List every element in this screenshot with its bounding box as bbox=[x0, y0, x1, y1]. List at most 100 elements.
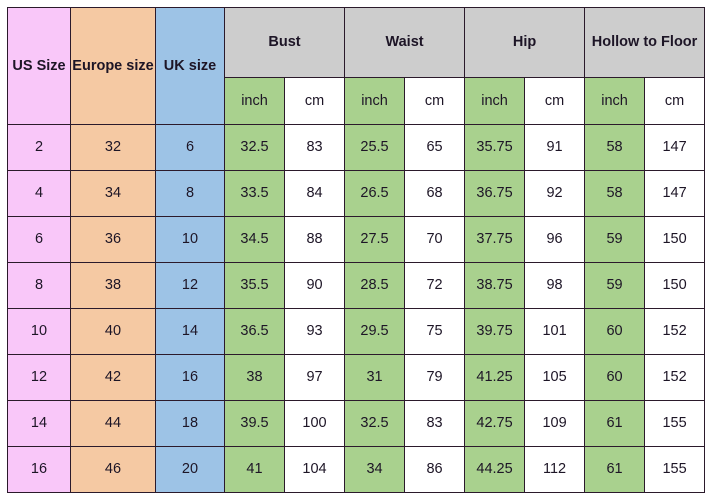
cell-uk: 12 bbox=[155, 262, 225, 309]
cell-waist-inch: 25.5 bbox=[344, 124, 406, 171]
size-chart-table: US Size Europe size UK size Bust Waist H… bbox=[7, 7, 706, 493]
cell-us: 10 bbox=[7, 308, 71, 355]
table-row: 10 40 14 36.5 93 29.5 75 39.75 101 60 152 bbox=[7, 308, 706, 355]
cell-bust-cm: 93 bbox=[283, 308, 346, 355]
cell-waist-cm: 72 bbox=[404, 262, 466, 309]
header-europe-size: Europe size bbox=[70, 7, 156, 125]
cell-us: 14 bbox=[7, 400, 71, 447]
cell-us: 6 bbox=[7, 216, 71, 263]
cell-waist-cm: 68 bbox=[404, 170, 466, 217]
cell-uk: 6 bbox=[155, 124, 225, 171]
cell-waist-inch: 32.5 bbox=[344, 400, 406, 447]
unit-waist-cm: cm bbox=[404, 77, 466, 125]
cell-bust-cm: 84 bbox=[283, 170, 346, 217]
cell-bust-inch: 38 bbox=[224, 354, 285, 401]
cell-hip-inch: 44.25 bbox=[464, 446, 526, 493]
cell-uk: 18 bbox=[155, 400, 225, 447]
unit-hip-inch: inch bbox=[464, 77, 526, 125]
cell-hollow-cm: 147 bbox=[644, 124, 706, 171]
cell-hollow-cm: 152 bbox=[644, 308, 706, 355]
unit-hip-cm: cm bbox=[524, 77, 586, 125]
cell-eu: 40 bbox=[70, 308, 156, 355]
cell-uk: 8 bbox=[155, 170, 225, 217]
cell-hip-inch: 41.25 bbox=[464, 354, 526, 401]
table-row: 6 36 10 34.5 88 27.5 70 37.75 96 59 150 bbox=[7, 216, 706, 263]
cell-hip-cm: 92 bbox=[524, 170, 586, 217]
header-bust: Bust bbox=[223, 7, 346, 78]
cell-hollow-inch: 58 bbox=[584, 124, 646, 171]
cell-bust-inch: 41 bbox=[224, 446, 285, 493]
cell-hip-inch: 36.75 bbox=[464, 170, 526, 217]
cell-hollow-cm: 155 bbox=[644, 400, 706, 447]
cell-hollow-cm: 147 bbox=[644, 170, 706, 217]
cell-hip-cm: 96 bbox=[524, 216, 586, 263]
cell-eu: 36 bbox=[70, 216, 156, 263]
cell-uk: 20 bbox=[155, 446, 225, 493]
table-row: 8 38 12 35.5 90 28.5 72 38.75 98 59 150 bbox=[7, 262, 706, 309]
cell-us: 4 bbox=[7, 170, 71, 217]
cell-waist-cm: 79 bbox=[404, 354, 466, 401]
cell-bust-cm: 100 bbox=[283, 400, 346, 447]
table-row: 12 42 16 38 97 31 79 41.25 105 60 152 bbox=[7, 354, 706, 401]
cell-hollow-cm: 152 bbox=[644, 354, 706, 401]
cell-waist-inch: 31 bbox=[344, 354, 406, 401]
cell-bust-inch: 33.5 bbox=[224, 170, 285, 217]
cell-hip-inch: 38.75 bbox=[464, 262, 526, 309]
table-row: 16 46 20 41 104 34 86 44.25 112 61 155 bbox=[7, 446, 706, 493]
cell-hip-inch: 37.75 bbox=[464, 216, 526, 263]
cell-bust-cm: 104 bbox=[283, 446, 346, 493]
unit-hollow-inch: inch bbox=[584, 77, 646, 125]
cell-us: 16 bbox=[7, 446, 71, 493]
cell-hollow-inch: 61 bbox=[584, 400, 646, 447]
cell-hip-cm: 112 bbox=[524, 446, 586, 493]
cell-waist-inch: 27.5 bbox=[344, 216, 406, 263]
cell-us: 12 bbox=[7, 354, 71, 401]
cell-eu: 46 bbox=[70, 446, 156, 493]
cell-us: 2 bbox=[7, 124, 71, 171]
cell-bust-cm: 88 bbox=[283, 216, 346, 263]
unit-bust-inch: inch bbox=[224, 77, 285, 125]
cell-hip-inch: 35.75 bbox=[464, 124, 526, 171]
cell-eu: 42 bbox=[70, 354, 156, 401]
cell-hollow-inch: 61 bbox=[584, 446, 646, 493]
table-row: 14 44 18 39.5 100 32.5 83 42.75 109 61 155 bbox=[7, 400, 706, 447]
header-uk-size: UK size bbox=[155, 7, 225, 125]
cell-bust-cm: 97 bbox=[283, 354, 346, 401]
cell-waist-cm: 83 bbox=[404, 400, 466, 447]
cell-hollow-inch: 59 bbox=[584, 262, 646, 309]
cell-hip-cm: 91 bbox=[524, 124, 586, 171]
cell-bust-cm: 83 bbox=[283, 124, 346, 171]
cell-bust-inch: 34.5 bbox=[224, 216, 285, 263]
cell-eu: 38 bbox=[70, 262, 156, 309]
cell-hollow-inch: 60 bbox=[584, 354, 646, 401]
cell-hollow-cm: 155 bbox=[644, 446, 706, 493]
cell-eu: 34 bbox=[70, 170, 156, 217]
cell-waist-cm: 70 bbox=[404, 216, 466, 263]
cell-bust-inch: 35.5 bbox=[224, 262, 285, 309]
cell-hollow-inch: 60 bbox=[584, 308, 646, 355]
cell-hip-inch: 39.75 bbox=[464, 308, 526, 355]
unit-hollow-cm: cm bbox=[644, 77, 706, 125]
cell-hollow-cm: 150 bbox=[644, 216, 706, 263]
unit-waist-inch: inch bbox=[344, 77, 406, 125]
cell-bust-inch: 32.5 bbox=[224, 124, 285, 171]
cell-bust-cm: 90 bbox=[283, 262, 346, 309]
cell-waist-inch: 29.5 bbox=[344, 308, 406, 355]
size-chart-container: US Size Europe size UK size Bust Waist H… bbox=[7, 7, 706, 493]
header-us-size: US Size bbox=[7, 7, 71, 125]
cell-hip-inch: 42.75 bbox=[464, 400, 526, 447]
cell-bust-inch: 39.5 bbox=[224, 400, 285, 447]
cell-uk: 16 bbox=[155, 354, 225, 401]
cell-us: 8 bbox=[7, 262, 71, 309]
cell-waist-inch: 26.5 bbox=[344, 170, 406, 217]
cell-hip-cm: 98 bbox=[524, 262, 586, 309]
cell-hip-cm: 105 bbox=[524, 354, 586, 401]
header-hollow-to-floor: Hollow to Floor bbox=[584, 7, 706, 78]
header-row-groups: US Size Europe size UK size Bust Waist H… bbox=[7, 7, 706, 125]
cell-uk: 14 bbox=[155, 308, 225, 355]
cell-hollow-inch: 58 bbox=[584, 170, 646, 217]
cell-waist-inch: 28.5 bbox=[344, 262, 406, 309]
cell-uk: 10 bbox=[155, 216, 225, 263]
unit-bust-cm: cm bbox=[283, 77, 346, 125]
header-waist: Waist bbox=[344, 7, 466, 78]
